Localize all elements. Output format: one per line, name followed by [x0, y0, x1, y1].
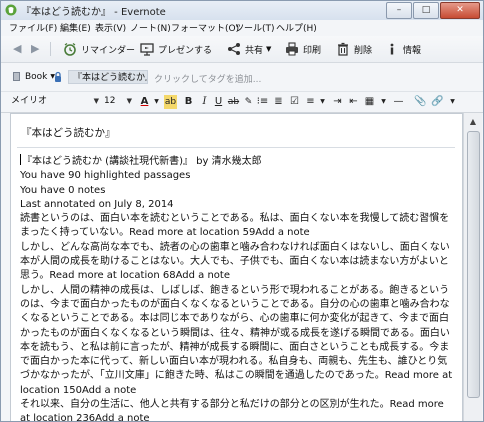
notebook-name: Book — [25, 71, 48, 82]
menu-format[interactable]: フォーマット(O) — [171, 21, 239, 34]
tag-chip[interactable]: 『本はどう読むか』 — [68, 70, 148, 84]
tag-bar: Book ▼ 『本はどう読むか』 クリックしてタグを追加... — [1, 63, 483, 92]
passage: しかし、どんな高尚な本でも、読者の心の歯車と噛み合わなければ面白くはないし、面白… — [20, 241, 456, 284]
passage: 読書というのは、面白い本を読むということである。私は、面白くない本を我慢して読む… — [20, 212, 456, 241]
menu-bar: ファイル(F) 編集(E) 表示(V) ノート(N) フォーマット(O) ツール… — [1, 20, 483, 36]
book-heading-text: 『本はどう読むか (講談社現代新書)』 by 清水幾太郎 — [22, 156, 262, 167]
underline-icon[interactable]: U — [212, 95, 225, 109]
font-size-value: 12 — [104, 96, 116, 106]
menu-note[interactable]: ノート(N) — [130, 21, 171, 34]
present-button[interactable]: プレゼンする — [140, 41, 212, 57]
bold-icon[interactable]: B — [182, 95, 195, 109]
strikethrough-icon[interactable]: ab — [227, 95, 240, 109]
last-annotated: Last annotated on July 8, 2014 — [20, 198, 174, 210]
reminder-button[interactable]: リマインダー — [63, 41, 135, 57]
note-title[interactable]: 『本はどう読むか』 — [21, 125, 116, 140]
share-button[interactable]: 共有 ▼ — [227, 41, 271, 57]
chevron-down-icon[interactable]: ▼ — [446, 95, 459, 109]
passage: それ以来、自分の生活に、他人と共有する部分と私だけの部分との区別が生れた。Rea… — [20, 398, 456, 421]
bullet-list-icon[interactable]: ⁝≡ — [256, 95, 269, 109]
title-divider — [17, 147, 455, 148]
evernote-logo-icon — [5, 4, 17, 16]
maximize-icon: □ — [421, 5, 431, 15]
menu-edit[interactable]: 編集(E) — [60, 21, 91, 34]
passage-link[interactable]: Read more at location 68Add a note — [49, 270, 230, 281]
link-icon[interactable]: 🔗 — [431, 95, 444, 109]
minimize-icon: – — [396, 5, 402, 15]
add-tag-input[interactable]: クリックしてタグを追加... — [154, 72, 261, 85]
notebook-icon — [13, 72, 20, 81]
horizontal-rule-icon[interactable]: — — [392, 95, 405, 109]
reminder-label: リマインダー — [81, 45, 136, 56]
chevron-down-icon: ▼ — [93, 97, 99, 105]
toolbar: ◀ ▶ リマインダー プレゼンする 共有 ▼ 印刷 削除 情報 — [1, 36, 483, 63]
menu-view[interactable]: 表示(V) — [95, 21, 126, 34]
window-controls: – □ ✕ — [385, 2, 480, 19]
chevron-down-icon: ▼ — [266, 45, 272, 53]
back-arrow-icon[interactable]: ◀ — [13, 42, 21, 55]
book-heading: 『本はどう読むか (講談社現代新書)』 by 清水幾太郎 — [20, 154, 456, 169]
highlight-count: You have 90 highlighted passages — [20, 170, 191, 182]
notes-count: You have 0 notes — [20, 184, 106, 196]
chevron-down-icon[interactable]: ▼ — [316, 95, 329, 109]
share-icon — [228, 43, 240, 55]
close-button[interactable]: ✕ — [440, 2, 480, 19]
menu-file[interactable]: ファイル(F) — [9, 21, 57, 34]
scrollbar-thumb[interactable] — [467, 131, 480, 398]
passage-text: しかし、人間の精神の成長は、しばしば、飽きるという形で現われることがある。飽きる… — [20, 284, 450, 382]
printer-icon — [286, 42, 298, 56]
toolbar-divider — [50, 42, 51, 56]
forward-arrow-icon[interactable]: ▶ — [31, 42, 39, 55]
delete-button[interactable]: 削除 — [336, 41, 372, 57]
minimize-button[interactable]: – — [386, 2, 412, 19]
print-label: 印刷 — [303, 45, 322, 56]
print-button[interactable]: 印刷 — [285, 41, 321, 57]
chevron-down-icon: ▼ — [126, 97, 132, 105]
attachment-icon[interactable]: 📎 — [414, 95, 427, 109]
notebook-selector[interactable]: Book ▼ — [12, 71, 55, 82]
evernote-window: 『本はどう読むか』 - Evernote – □ ✕ ファイル(F) 編集(E)… — [0, 0, 484, 422]
font-family-value: メイリオ — [11, 96, 48, 106]
alarm-clock-icon — [64, 42, 76, 56]
text-cursor — [20, 154, 21, 165]
window-title: 『本はどう読むか』 - Evernote — [21, 7, 166, 18]
numbered-list-icon[interactable]: ≣ — [272, 95, 285, 109]
font-size-select[interactable]: 12 ▼ — [104, 95, 132, 108]
font-family-select[interactable]: メイリオ ▼ — [11, 95, 99, 108]
chevron-down-icon[interactable]: ▼ — [150, 95, 163, 109]
chevron-down-icon[interactable]: ▼ — [377, 95, 390, 109]
info-label: 情報 — [403, 45, 422, 56]
passage: しかし、人間の精神の成長は、しばしば、飽きるという形で現われることがある。飽きる… — [20, 284, 456, 398]
italic-icon[interactable]: I — [198, 95, 211, 109]
tag-icon — [55, 71, 61, 82]
delete-label: 削除 — [354, 45, 373, 56]
present-label: プレゼンする — [158, 45, 213, 56]
info-button[interactable]: 情報 — [385, 41, 421, 57]
menu-help[interactable]: ヘルプ(H) — [276, 21, 317, 34]
checkbox-icon[interactable]: ☑ — [288, 95, 301, 109]
trash-icon — [338, 42, 348, 56]
scroll-up-icon[interactable]: ▲ — [464, 113, 482, 130]
vertical-scrollbar[interactable]: ▲ — [463, 113, 482, 421]
outdent-icon[interactable]: ⇤ — [347, 95, 360, 109]
close-icon: ✕ — [456, 5, 464, 15]
format-bar: メイリオ ▼ 12 ▼ A ▼ ab B I U ab ✎ ⁝≡ ≣ ☑ ≡ ▼… — [1, 92, 483, 113]
table-icon[interactable]: ▦ — [363, 95, 376, 109]
share-label: 共有 — [245, 45, 264, 56]
menu-tools[interactable]: ツール(T) — [235, 21, 275, 34]
note-editor[interactable]: 『本はどう読むか』 『本はどう読むか (講談社現代新書)』 by 清水幾太郎 Y… — [10, 113, 463, 421]
passage-link[interactable]: Read more at location 59Add a note — [129, 227, 310, 238]
passage-text: それ以来、自分の生活に、他人と共有する部分と私だけの部分との区別が生れた。 — [20, 399, 390, 411]
highlighter-icon[interactable]: ✎ — [242, 95, 255, 109]
indent-icon[interactable]: ⇥ — [331, 95, 344, 109]
presentation-screen-icon — [140, 43, 154, 56]
info-icon — [390, 43, 394, 55]
maximize-button[interactable]: □ — [413, 2, 439, 19]
note-body[interactable]: 『本はどう読むか (講談社現代新書)』 by 清水幾太郎 You have 90… — [20, 154, 456, 421]
highlight-icon[interactable]: ab — [164, 95, 177, 109]
title-bar: 『本はどう読むか』 - Evernote – □ ✕ — [1, 1, 483, 20]
